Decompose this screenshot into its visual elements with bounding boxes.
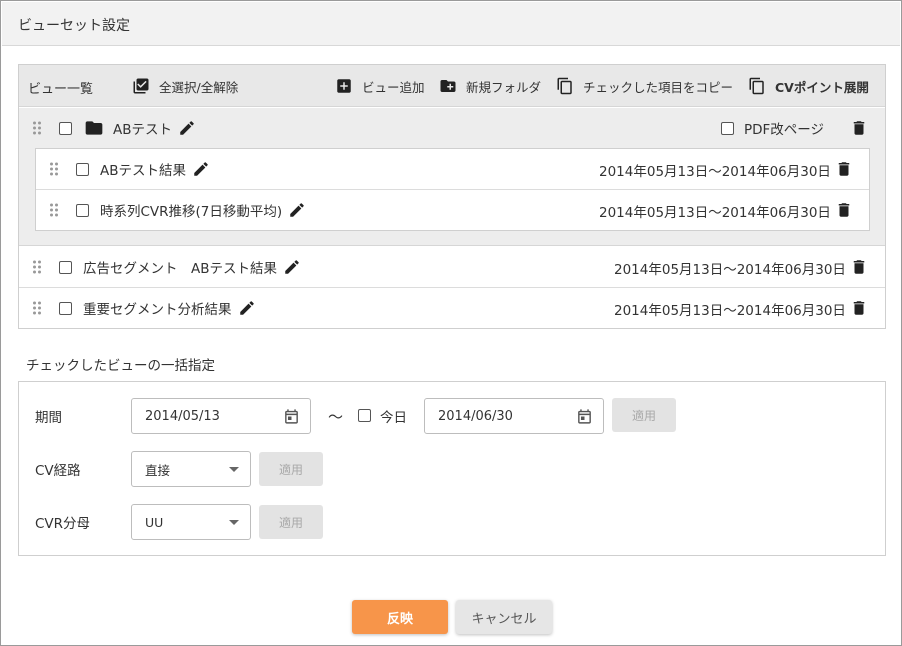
dialog-title: ビューセット設定 (18, 18, 130, 34)
new-folder-label: 新規フォルダ (466, 79, 542, 95)
apply-cvr-denominator-button[interactable]: 適用 (259, 505, 323, 539)
drag-handle-icon[interactable] (49, 202, 59, 218)
apply-cv-route-button[interactable]: 適用 (259, 452, 323, 486)
dropdown-arrow-icon (229, 467, 239, 472)
view-list-toolbar: ビュー一覧 全選択/全解除 ビュー追加 新規フォルダ チェックした項目をコピー … (19, 65, 885, 107)
select-all-label: 全選択/全解除 (159, 79, 239, 95)
new-folder-button[interactable]: 新規フォルダ (439, 75, 541, 97)
pencil-icon[interactable] (288, 201, 306, 219)
view-set-dialog: ビューセット設定 ビュー一覧 全選択/全解除 ビュー追加 新規フォルダ チェック… (0, 0, 902, 646)
add-view-label: ビュー追加 (362, 79, 425, 95)
copy-icon (557, 77, 572, 95)
trash-icon[interactable] (850, 299, 868, 317)
view-checkbox[interactable] (59, 301, 72, 315)
cv-expand-button[interactable]: CVポイント展開 (748, 75, 869, 97)
dropdown-arrow-icon (229, 520, 239, 525)
drag-handle-icon[interactable] (32, 120, 42, 136)
copy-checked-label: チェックした項目をコピー (583, 79, 734, 95)
end-date-value: 2014/06/30 (438, 408, 513, 424)
view-name: 広告セグメント ABテスト結果 (83, 261, 277, 277)
checkbox-checked-icon (133, 78, 149, 94)
apply-period-button[interactable]: 適用 (612, 398, 676, 432)
copy-checked-button[interactable]: チェックした項目をコピー (556, 75, 733, 97)
drag-handle-icon[interactable] (32, 259, 42, 275)
folder-checkbox[interactable] (59, 121, 72, 135)
pdf-page-break-checkbox[interactable] (721, 121, 734, 135)
calendar-icon[interactable] (283, 408, 300, 425)
today-label: 今日 (380, 410, 407, 426)
view-list-panel: ビュー一覧 全選択/全解除 ビュー追加 新規フォルダ チェックした項目をコピー … (18, 64, 886, 329)
pencil-icon[interactable] (238, 299, 256, 317)
folder-children: ABテスト結果 2014年05月13日〜2014年06月30日 時系列CVR推移… (35, 148, 870, 231)
cv-route-label: CV経路 (35, 463, 81, 479)
cv-expand-label: CVポイント展開 (775, 79, 869, 95)
view-period: 2014年05月13日〜2014年06月30日 (614, 303, 846, 319)
folder-group: ABテスト PDF改ページ ABテスト結果 2014年05月13日〜2014年0… (19, 108, 885, 246)
view-period: 2014年05月13日〜2014年06月30日 (599, 164, 831, 180)
start-date-value: 2014/05/13 (145, 408, 220, 424)
drag-handle-icon[interactable] (32, 300, 42, 316)
view-list-title: ビュー一覧 (28, 82, 94, 97)
cv-route-select[interactable]: 直接 (131, 451, 251, 487)
cv-route-value: 直接 (145, 462, 171, 478)
folder-name: ABテスト (113, 122, 172, 138)
trash-icon[interactable] (835, 201, 853, 219)
today-checkbox[interactable] (358, 409, 371, 422)
add-view-button[interactable]: ビュー追加 (335, 75, 425, 97)
apply-button[interactable]: 反映 (352, 600, 448, 634)
end-date-input[interactable]: 2014/06/30 (424, 398, 604, 434)
pencil-icon[interactable] (192, 160, 210, 178)
calendar-icon[interactable] (576, 408, 593, 425)
cvr-denominator-select[interactable]: UU (131, 504, 251, 540)
batch-section-title: チェックしたビューの一括指定 (26, 358, 215, 374)
start-date-input[interactable]: 2014/05/13 (131, 398, 311, 434)
list-item[interactable]: 時系列CVR推移(7日移動平均) (49, 190, 306, 230)
view-period: 2014年05月13日〜2014年06月30日 (599, 205, 831, 221)
cvr-denominator-value: UU (145, 514, 164, 530)
pdf-page-break-option[interactable]: PDF改ページ (721, 108, 824, 148)
drag-handle-icon[interactable] (49, 161, 59, 177)
trash-icon[interactable] (835, 160, 853, 178)
trash-icon[interactable] (850, 258, 868, 276)
list-item[interactable]: 重要セグメント分析結果 (32, 288, 256, 328)
cvr-denominator-label: CVR分母 (35, 516, 91, 532)
view-checkbox[interactable] (59, 260, 72, 274)
pdf-page-break-label: PDF改ページ (744, 122, 825, 138)
view-checkbox[interactable] (76, 203, 89, 217)
pencil-icon[interactable] (178, 119, 196, 137)
folder-row[interactable]: ABテスト (32, 108, 196, 148)
folder-icon (85, 121, 103, 135)
copy-icon (749, 77, 764, 95)
view-name: 時系列CVR推移(7日移動平均) (100, 204, 283, 220)
pencil-icon[interactable] (283, 258, 301, 276)
view-period: 2014年05月13日〜2014年06月30日 (614, 262, 846, 278)
create-folder-icon (440, 80, 456, 92)
list-item[interactable]: 広告セグメント ABテスト結果 (32, 247, 301, 287)
period-label: 期間 (35, 410, 62, 426)
cancel-button[interactable]: キャンセル (456, 600, 552, 634)
view-checkbox[interactable] (76, 162, 89, 176)
date-range-separator: 〜 (328, 408, 344, 426)
select-all-button[interactable]: 全選択/全解除 (132, 75, 238, 97)
view-name: 重要セグメント分析結果 (83, 302, 232, 318)
batch-settings-panel: 期間 2014/05/13 〜 今日 2014/06/30 適用 CV経路 直接… (18, 381, 886, 556)
list-item[interactable]: ABテスト結果 (49, 149, 210, 189)
add-box-icon (337, 79, 351, 93)
dialog-header: ビューセット設定 (2, 2, 900, 46)
view-name: ABテスト結果 (100, 163, 186, 179)
trash-icon[interactable] (850, 119, 868, 137)
